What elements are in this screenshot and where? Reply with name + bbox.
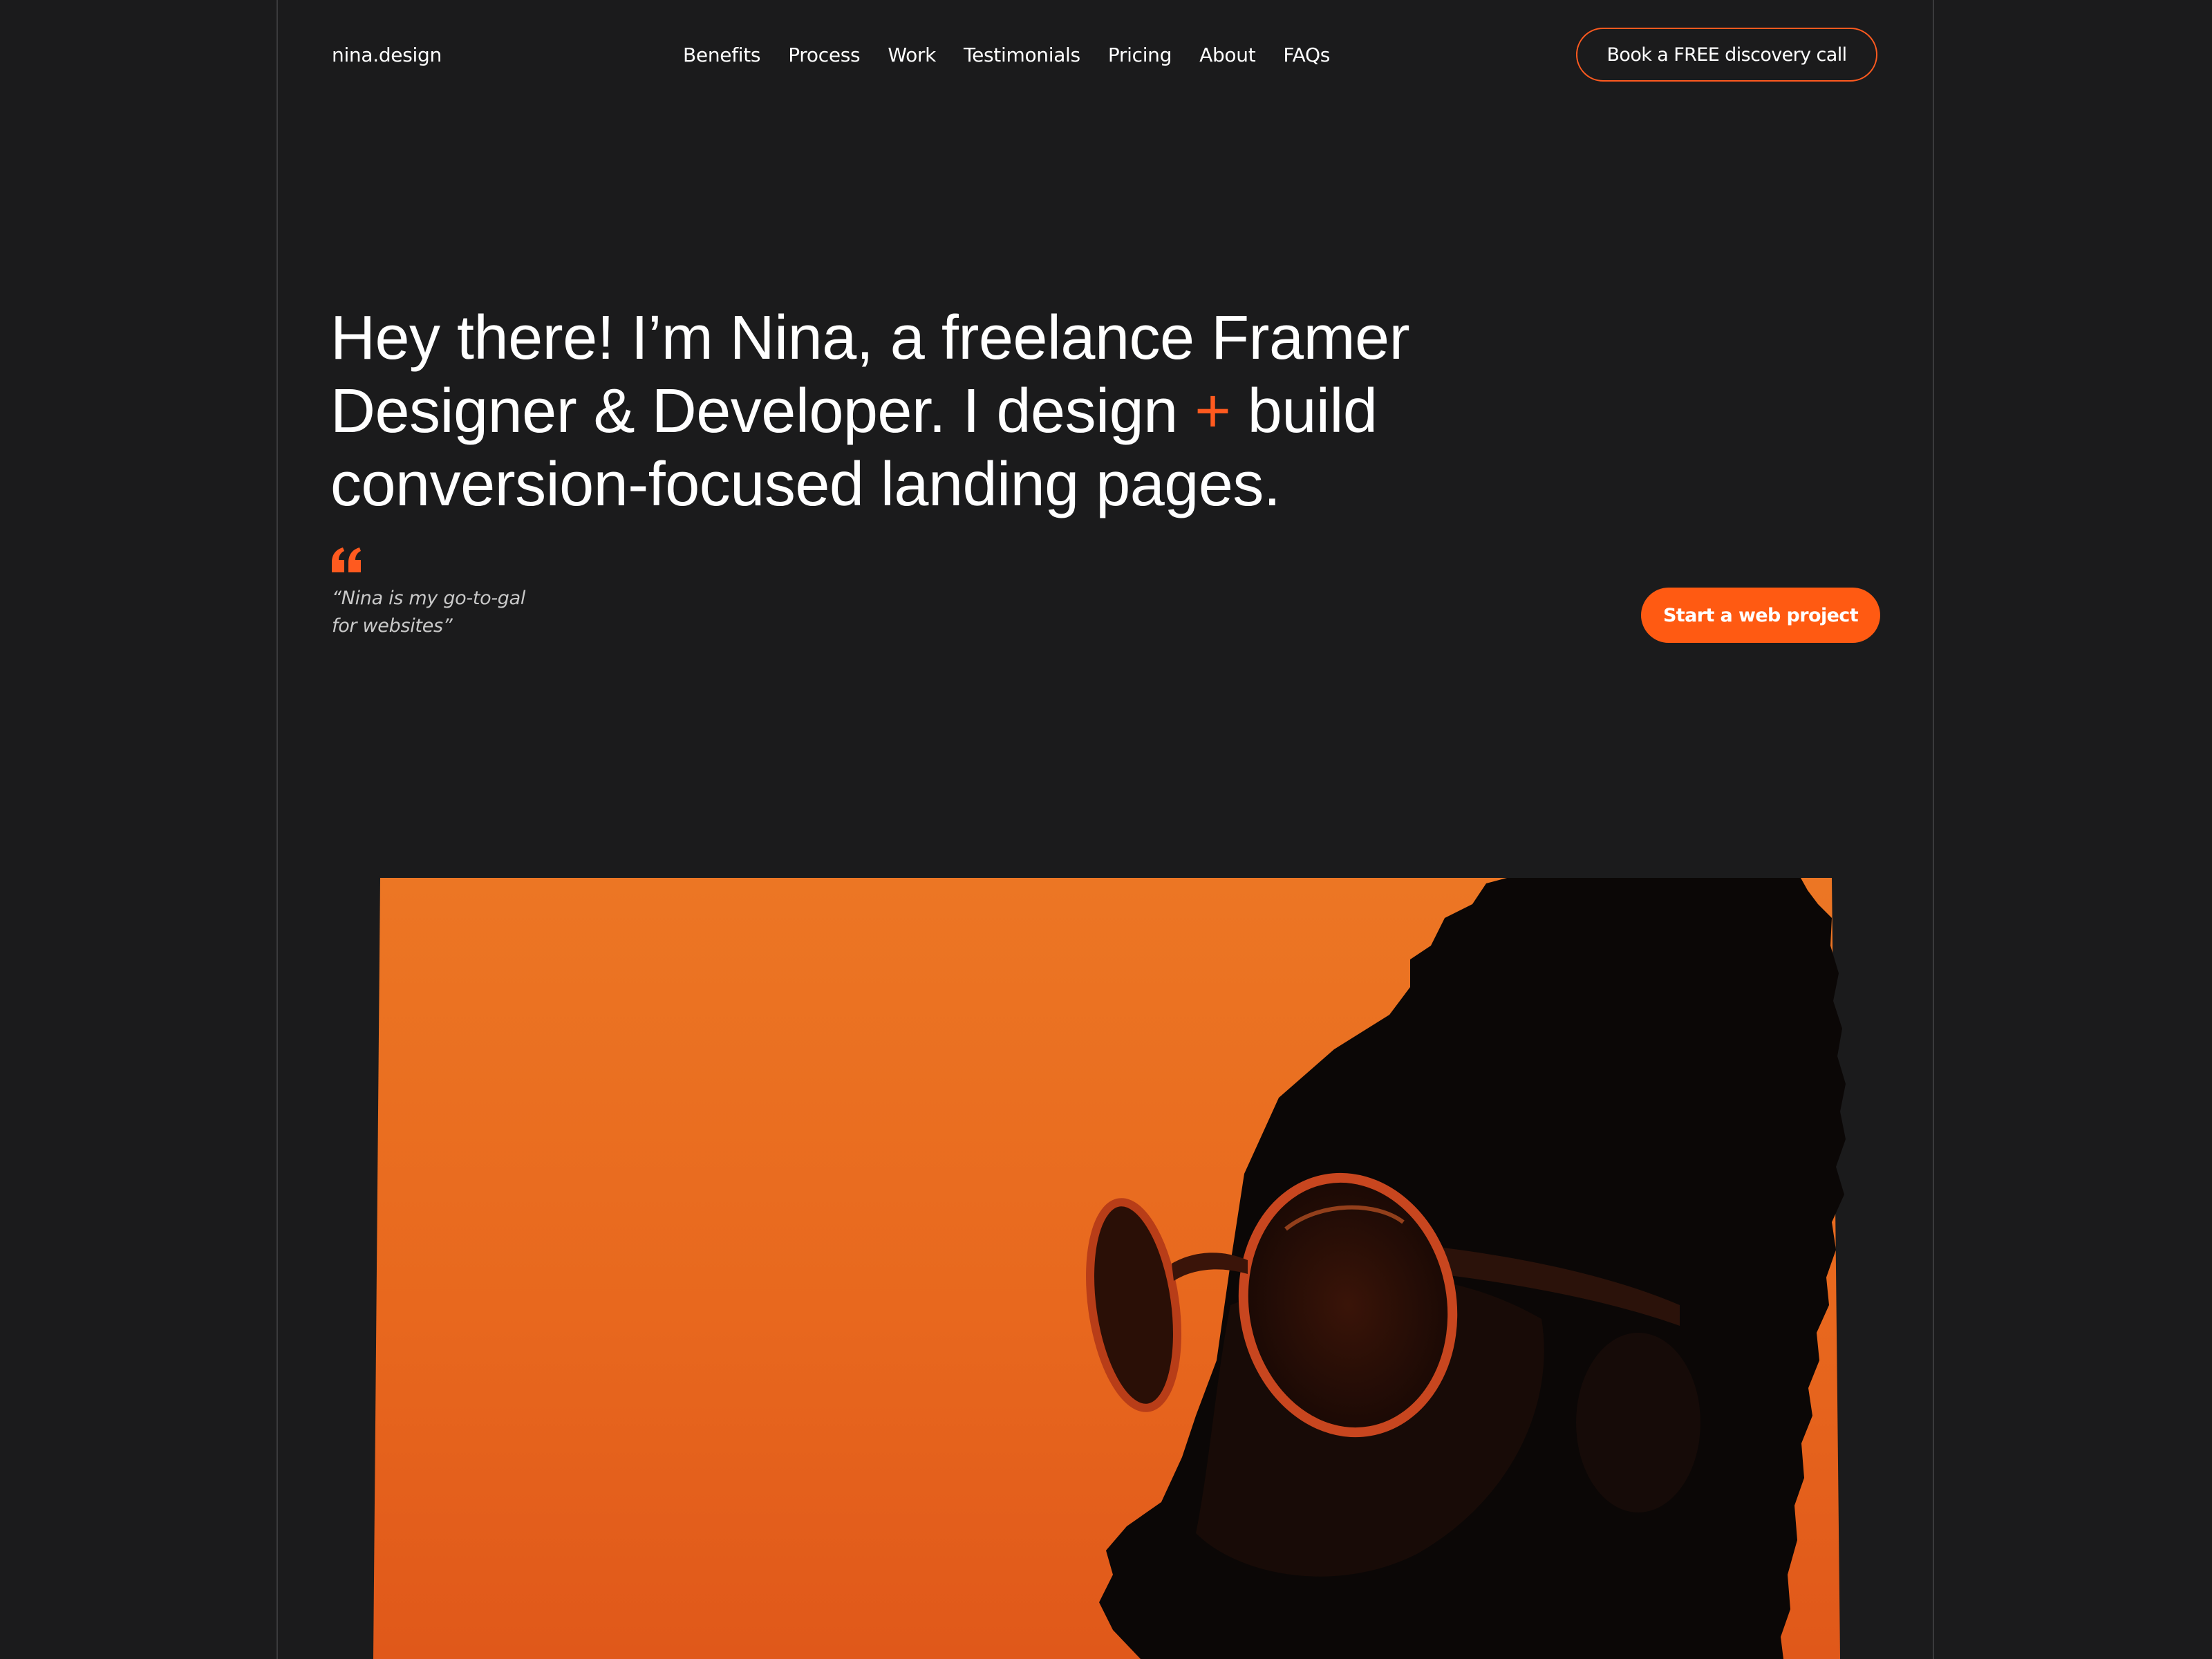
landing-page: nina.design Benefits Process Work Testim…: [0, 0, 2212, 1659]
nav-item-process[interactable]: Process: [788, 40, 860, 71]
site-logo[interactable]: nina.design: [332, 40, 442, 71]
nav-item-pricing[interactable]: Pricing: [1108, 40, 1172, 71]
main-nav: Benefits Process Work Testimonials Prici…: [683, 40, 1330, 71]
nav-item-work[interactable]: Work: [888, 40, 936, 71]
portrait-photo: [373, 878, 1846, 1659]
headline-plus-accent: +: [1194, 377, 1231, 446]
quote-line-2: for websites”: [332, 615, 453, 637]
start-web-project-button[interactable]: Start a web project: [1641, 588, 1880, 643]
quote-icon: [332, 547, 361, 572]
right-frame-divider: [1933, 0, 1934, 1659]
nav-item-benefits[interactable]: Benefits: [683, 40, 761, 71]
quote-line-1: “Nina is my go-to-gal: [332, 588, 526, 609]
nav-item-testimonials[interactable]: Testimonials: [964, 40, 1080, 71]
book-discovery-call-button[interactable]: Book a FREE discovery call: [1576, 28, 1877, 82]
nav-item-about[interactable]: About: [1199, 40, 1256, 71]
hero-headline: Hey there! I’m Nina, a freelance Framer …: [330, 301, 1506, 521]
nav-item-faqs[interactable]: FAQs: [1283, 40, 1330, 71]
left-frame-divider: [276, 0, 278, 1659]
testimonial-quote: “Nina is my go-to-gal for websites”: [332, 585, 581, 640]
